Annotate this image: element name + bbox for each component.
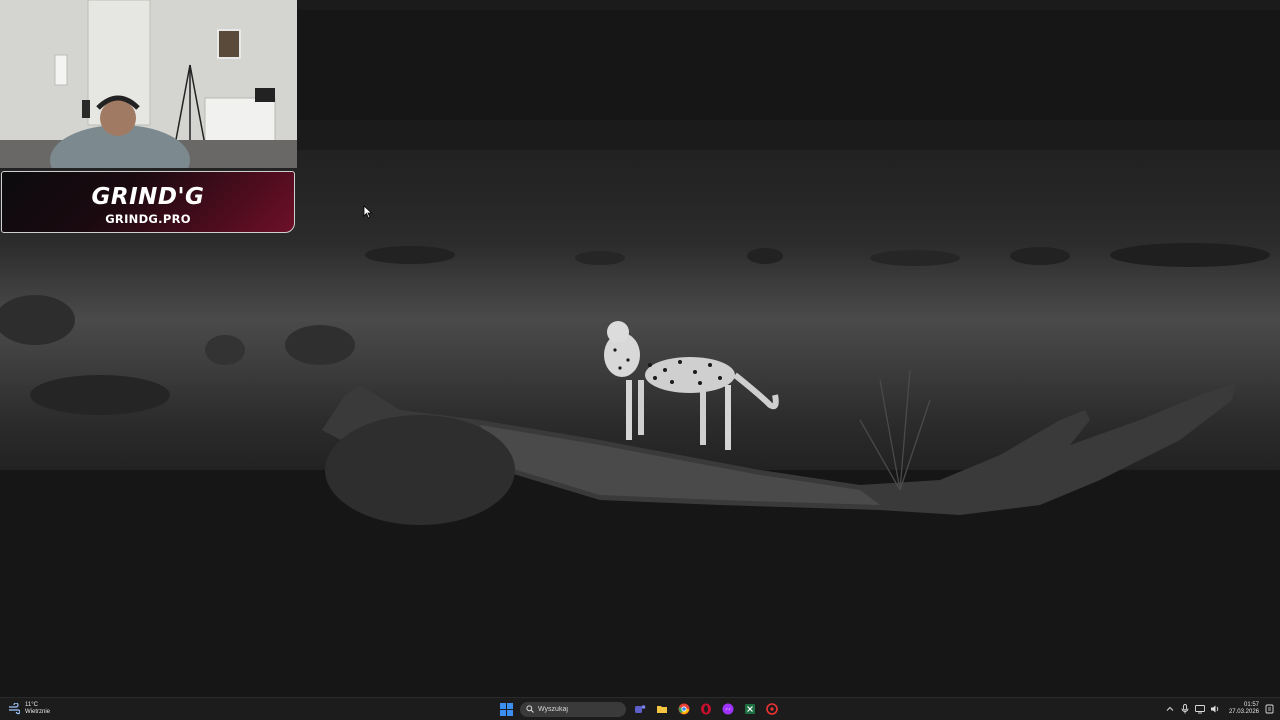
messenger-icon — [722, 703, 734, 715]
weather-condition: Wietrznie — [25, 709, 51, 715]
volume-button[interactable] — [1210, 704, 1220, 714]
opera-icon — [701, 703, 711, 715]
excel-button[interactable] — [742, 701, 758, 717]
network-icon — [1195, 705, 1205, 714]
weather-temperature: 11°C — [25, 702, 38, 708]
red-app-icon — [766, 703, 778, 715]
microphone-icon — [1181, 704, 1189, 714]
weather-text: 11°C Wietrznie — [25, 702, 50, 716]
notifications-button[interactable] — [1264, 704, 1274, 714]
folder-icon — [657, 706, 667, 713]
chrome-icon — [678, 703, 690, 715]
webcam-overlay — [0, 0, 297, 168]
opera-button[interactable] — [698, 701, 714, 717]
teams-button[interactable] — [632, 701, 648, 717]
file-explorer-button[interactable] — [654, 701, 670, 717]
taskbar-search[interactable] — [520, 701, 626, 717]
taskbar: 11°C Wietrznie Wyszukaj 01:57 27.03.2026 — [0, 697, 1280, 720]
desktop: GRIND'G GRINDG.PRO 11°C Wietrznie Wyszuk… — [0, 0, 1280, 720]
clock-time: 01:57 — [1243, 702, 1259, 708]
teams-icon — [635, 705, 646, 713]
excel-icon — [745, 704, 755, 714]
webcam-scene — [0, 0, 297, 168]
network-button[interactable] — [1195, 704, 1205, 714]
chrome-button[interactable] — [676, 701, 692, 717]
system-tray: 01:57 27.03.2026 — [1165, 700, 1274, 718]
start-button[interactable] — [498, 701, 514, 717]
notification-bell-icon — [1265, 704, 1273, 714]
windy-weather-icon — [9, 703, 20, 715]
windows-logo-icon — [499, 702, 513, 716]
brand-banner: GRIND'G GRINDG.PRO — [1, 171, 295, 233]
search-input[interactable] — [538, 705, 618, 713]
brand-url: GRINDG.PRO — [105, 212, 191, 226]
brand-logo: GRIND'G — [91, 184, 205, 210]
mouse-cursor-icon — [363, 205, 373, 219]
chevron-up-icon — [1166, 706, 1174, 711]
red-app-button[interactable] — [764, 701, 780, 717]
volume-icon — [1210, 705, 1219, 713]
weather-widget[interactable]: 11°C Wietrznie — [8, 700, 50, 718]
microphone-button[interactable] — [1180, 704, 1190, 714]
cheetah — [604, 321, 779, 450]
clock-date: 27.03.2026 — [1228, 709, 1259, 715]
search-icon — [526, 705, 534, 713]
taskbar-center — [498, 700, 780, 718]
show-hidden-icons-button[interactable] — [1165, 704, 1175, 714]
taskbar-clock[interactable]: 01:57 27.03.2026 — [1229, 702, 1259, 716]
messenger-button[interactable] — [720, 701, 736, 717]
